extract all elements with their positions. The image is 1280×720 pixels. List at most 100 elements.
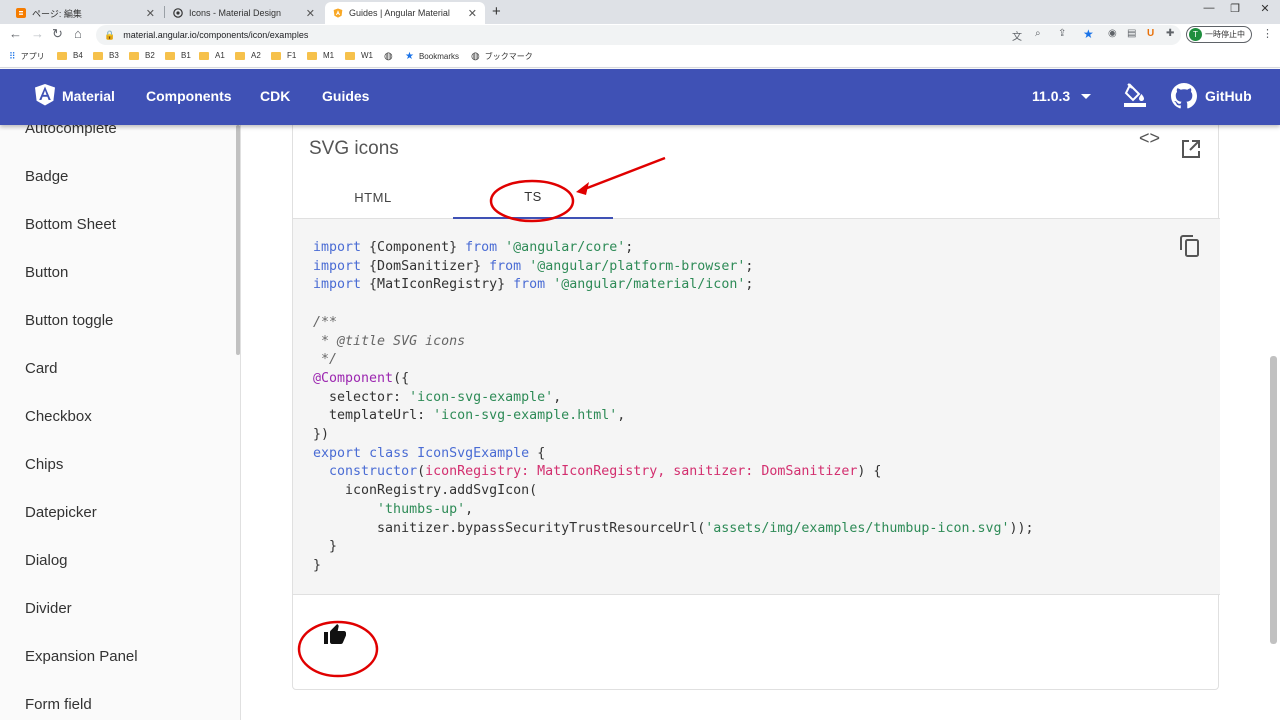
- bookmark-b1[interactable]: B1: [165, 51, 191, 60]
- page-scrollbar[interactable]: [1270, 356, 1277, 644]
- code-block: import {Component} from '@angular/core';…: [313, 239, 1034, 576]
- new-tab-button[interactable]: +: [492, 3, 501, 20]
- avatar: T: [1189, 28, 1202, 41]
- example-output: [293, 595, 1220, 691]
- sidebar-scrollbar[interactable]: [236, 125, 240, 355]
- star-icon: ★: [405, 51, 414, 62]
- bookmark-a1[interactable]: A1: [199, 51, 225, 60]
- example-card: SVG icons <> HTML TS import {Component} …: [292, 125, 1220, 691]
- bookmark-label: アプリ: [20, 52, 45, 61]
- sidebar-item-chips[interactable]: Chips: [25, 456, 63, 473]
- profile-button[interactable]: T 一時停止中: [1186, 26, 1252, 43]
- code-line: sanitizer.bypassSecurityTrustResourceUrl…: [377, 520, 1034, 536]
- nav-components[interactable]: Components: [146, 88, 232, 104]
- apps-grid-icon: ⠿: [9, 51, 16, 61]
- bookmark-label: B1: [181, 51, 191, 60]
- bookmark-apps[interactable]: ⠿ アプリ: [9, 51, 45, 62]
- sidebar-item-expansion-panel[interactable]: Expansion Panel: [25, 648, 138, 665]
- browser-tab-angular-material[interactable]: Guides | Angular Material ✕: [325, 2, 485, 24]
- profile-label: 一時停止中: [1205, 30, 1245, 39]
- globe-icon: ◍: [384, 51, 393, 62]
- bookmark-b2[interactable]: B2: [129, 51, 155, 60]
- folder-icon: [199, 51, 209, 60]
- bookmark-w1[interactable]: W1: [345, 51, 373, 60]
- bookmarks-bar: ⠿ アプリ B4 B3 B2 B1 A1 A2 F1 M1 W1 ◍ ★ Book…: [0, 46, 1280, 68]
- code-line: import {MatIconRegistry} from '@angular/…: [313, 277, 754, 293]
- folder-icon: [57, 51, 67, 60]
- maximize-icon[interactable]: ❐: [1220, 2, 1250, 15]
- ublock-icon[interactable]: U: [1147, 28, 1154, 39]
- sidebar-item-dialog[interactable]: Dialog: [25, 552, 68, 569]
- thumb-up-icon: [324, 624, 346, 644]
- nav-guides[interactable]: Guides: [322, 88, 369, 104]
- home-icon[interactable]: ⌂: [74, 26, 82, 41]
- bookmark-star-icon[interactable]: ★: [1083, 27, 1094, 41]
- bookmark-label: ブックマーク: [484, 52, 533, 61]
- theme-picker-icon[interactable]: [1124, 83, 1146, 107]
- material-design-icon: [173, 8, 183, 18]
- nav-cdk[interactable]: CDK: [260, 88, 290, 104]
- sidebar-item-badge[interactable]: Badge: [25, 168, 68, 185]
- sidebar: Autocomplete Badge Bottom Sheet Button B…: [0, 125, 241, 720]
- browser-tab-material-design[interactable]: Icons - Material Design ✕: [165, 2, 323, 24]
- brand-link[interactable]: Material: [62, 88, 115, 104]
- bookmark-label: Bookmarks: [418, 52, 459, 61]
- tab-html[interactable]: HTML: [293, 176, 453, 219]
- bookmark-globe[interactable]: ◍: [384, 51, 393, 62]
- code-line: constructor(iconRegistry: MatIconRegistr…: [329, 464, 882, 480]
- open-in-new-icon[interactable]: [1181, 139, 1201, 159]
- code-comment: */: [313, 352, 338, 368]
- bookmark-a2[interactable]: A2: [235, 51, 261, 60]
- github-link[interactable]: GitHub: [1205, 88, 1252, 104]
- sidebar-item-card[interactable]: Card: [25, 360, 58, 377]
- copy-icon[interactable]: [1180, 235, 1200, 257]
- code-line: 'thumbs-up',: [377, 501, 474, 517]
- bookmark-label: B3: [109, 51, 119, 60]
- bookmark-japanese[interactable]: ◍ ブックマーク: [471, 51, 533, 62]
- sidebar-item-datepicker[interactable]: Datepicker: [25, 504, 97, 521]
- extension-icon[interactable]: ◉: [1108, 28, 1117, 39]
- reader-icon[interactable]: ▤: [1127, 28, 1136, 39]
- back-icon[interactable]: ←: [9, 26, 22, 41]
- github-icon[interactable]: [1171, 83, 1197, 109]
- folder-icon: [165, 51, 175, 60]
- bookmark-f1[interactable]: F1: [271, 51, 296, 60]
- window-close-icon[interactable]: ✕: [1250, 2, 1280, 15]
- close-icon[interactable]: ✕: [146, 7, 155, 20]
- sidebar-item-form-field[interactable]: Form field: [25, 696, 92, 713]
- translate-icon[interactable]: 文: [1012, 28, 1022, 43]
- tab-ts[interactable]: TS: [453, 176, 613, 219]
- sidebar-item-button[interactable]: Button: [25, 264, 68, 281]
- bookmark-m1[interactable]: M1: [307, 51, 334, 60]
- zoom-icon[interactable]: ⌕: [1035, 28, 1041, 39]
- code-line: import {Component} from '@angular/core';: [313, 240, 634, 255]
- folder-icon: [93, 51, 103, 60]
- sidebar-item-checkbox[interactable]: Checkbox: [25, 408, 92, 425]
- reload-icon[interactable]: ↻: [52, 26, 63, 42]
- sidebar-item-button-toggle[interactable]: Button toggle: [25, 312, 113, 329]
- sidebar-item-autocomplete[interactable]: Autocomplete: [25, 125, 117, 137]
- url-text: material.angular.io/components/icon/exam…: [123, 30, 309, 40]
- bookmark-label: F1: [287, 51, 297, 60]
- forward-icon[interactable]: →: [31, 26, 44, 41]
- bookmark-bookmarks[interactable]: ★ Bookmarks: [405, 51, 459, 62]
- bookmark-b3[interactable]: B3: [93, 51, 119, 60]
- browser-menu-icon[interactable]: ⋮: [1262, 27, 1273, 40]
- angular-material-icon: [333, 8, 343, 18]
- close-icon[interactable]: ✕: [468, 7, 477, 20]
- angular-logo-icon[interactable]: [35, 84, 55, 106]
- code-comment: * @title SVG icons: [313, 333, 466, 349]
- puzzle-icon[interactable]: ✚: [1166, 28, 1174, 39]
- code-line: selector: 'icon-svg-example',: [313, 389, 562, 405]
- close-icon[interactable]: ✕: [306, 7, 315, 20]
- share-icon[interactable]: ⇪: [1058, 28, 1066, 39]
- browser-tab-blogger[interactable]: ページ: 編集 ✕: [8, 2, 163, 24]
- chevron-down-icon[interactable]: [1081, 94, 1091, 99]
- sidebar-item-divider[interactable]: Divider: [25, 600, 72, 617]
- code-line: templateUrl: 'icon-svg-example.html',: [313, 408, 626, 424]
- example-tabs: HTML TS: [293, 176, 1220, 219]
- version-selector[interactable]: 11.0.3: [1032, 88, 1070, 104]
- bookmark-b4[interactable]: B4: [57, 51, 83, 60]
- sidebar-item-bottom-sheet[interactable]: Bottom Sheet: [25, 216, 116, 233]
- code-icon[interactable]: <>: [1139, 128, 1160, 149]
